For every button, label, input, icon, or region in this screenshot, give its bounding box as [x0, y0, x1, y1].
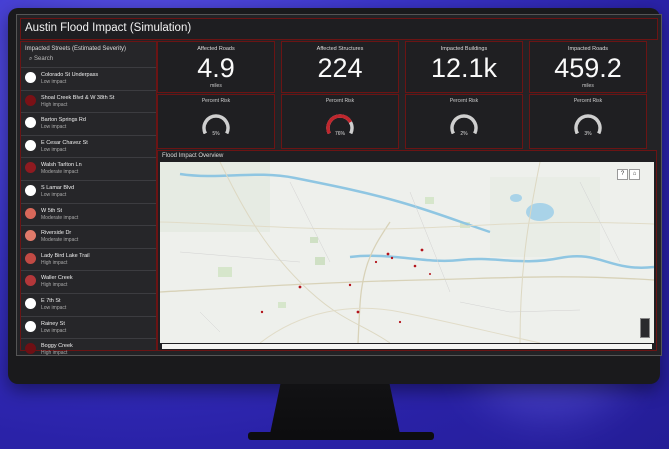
- dashboard-header: Austin Flood Impact (Simulation): [20, 18, 658, 40]
- list-header: Impacted Streets (Estimated Severity): [25, 46, 127, 52]
- stat-label: Affected Roads: [197, 46, 235, 52]
- street-impact: Moderate impact: [41, 214, 79, 221]
- search-placeholder: Search: [34, 56, 54, 62]
- list-item[interactable]: Colorado St Underpass Low impact: [21, 67, 156, 90]
- severity-dot: [25, 275, 36, 287]
- severity-dot: [25, 252, 36, 264]
- monitor-stand: [270, 384, 400, 434]
- street-name: Walsh Tarlton Ln: [41, 162, 82, 169]
- street-impact: Low impact: [41, 79, 67, 85]
- list-item[interactable]: S Lamar Blvd Low impact: [21, 179, 156, 203]
- severity-dot: [25, 297, 36, 309]
- stat-value: 459.2: [554, 53, 622, 83]
- list-item[interactable]: E 7th St Low impact: [21, 292, 156, 316]
- gauge-value: 76%: [334, 131, 345, 137]
- street-impact: Low impact: [41, 124, 67, 131]
- stat-value: 224: [317, 53, 363, 83]
- severity-dot: [25, 207, 36, 219]
- street-name: W 5th St: [41, 207, 63, 214]
- street-list: Colorado St Underpass Low impact Shoal Cre…: [21, 67, 156, 356]
- street-impact: Low impact: [41, 191, 67, 198]
- street-name: S Lamar Blvd: [41, 184, 75, 191]
- street-name: Riverside Dr: [41, 230, 72, 237]
- street-name: E 7th St: [41, 297, 61, 304]
- severity-dot: [25, 139, 36, 151]
- list-item[interactable]: W 5th St Moderate impact: [21, 202, 156, 226]
- gauge-value: 3%: [584, 131, 592, 137]
- street-name: E Cesar Chavez St: [41, 139, 88, 146]
- stat-value: 12.1k: [430, 53, 498, 83]
- stat-card: Impacted Buildings 12.1k: [405, 41, 523, 93]
- gauge-value: 2%: [460, 131, 468, 137]
- severity-dot: [25, 343, 36, 355]
- list-item[interactable]: E Cesar Chavez St Low impact: [21, 134, 156, 158]
- street-impact: Moderate impact: [41, 237, 79, 244]
- street-impact: Low impact: [41, 327, 67, 334]
- map-help-button[interactable]: ?: [617, 169, 628, 180]
- gauge-value: 5%: [212, 131, 220, 137]
- severity-dot: [25, 117, 36, 129]
- flood-map[interactable]: [160, 162, 654, 343]
- stat-value: 4.9: [197, 53, 235, 83]
- list-item[interactable]: Riverside Dr Moderate impact: [21, 225, 156, 248]
- street-impact: Low impact: [41, 304, 67, 311]
- gauge-card: Percent Risk 76%: [281, 94, 399, 149]
- stat-label: Impacted Roads: [567, 46, 609, 52]
- street-impact: High impact: [41, 101, 68, 108]
- street-name: Waller Creek: [41, 275, 73, 282]
- list-item[interactable]: Walsh Tarlton Ln Moderate impact: [21, 157, 156, 180]
- street-impact: High impact: [41, 259, 68, 266]
- stat-label: Affected Structures: [316, 46, 364, 52]
- map-zoom-control[interactable]: [640, 318, 650, 338]
- dashboard-title: Austin Flood Impact (Simulation): [25, 22, 192, 34]
- street-name: Boggy Creek: [41, 343, 73, 350]
- severity-dot: [25, 94, 36, 106]
- gauge-card: Percent Risk 2%: [405, 94, 523, 149]
- severity-dot: [25, 162, 36, 174]
- stat-card: Affected Roads 4.9 miles: [157, 41, 275, 93]
- street-name: Colorado St Underpass: [41, 72, 99, 78]
- gauge-label: Percent Risk: [449, 98, 479, 104]
- severity-dot: [25, 184, 36, 196]
- severity-dot: [25, 320, 36, 332]
- gauge-card: Percent Risk 5%: [157, 94, 275, 149]
- list-item[interactable]: Barton Springs Rd Low impact: [21, 112, 156, 135]
- gauge-label: Percent Risk: [325, 98, 355, 104]
- impacted-streets-list[interactable]: Impacted Streets (Estimated Severity) ⌕ …: [20, 41, 157, 355]
- street-name: Barton Springs Rd: [41, 117, 86, 124]
- stat-unit: miles: [210, 83, 222, 89]
- stat-card: Affected Structures 224: [281, 41, 399, 93]
- street-impact: High impact: [41, 350, 68, 356]
- list-item[interactable]: Lady Bird Lake Trail High impact: [21, 247, 156, 271]
- list-item[interactable]: Shoal Creek Blvd & W 38th St High impact: [21, 89, 156, 113]
- street-name: Shoal Creek Blvd & W 38th St: [41, 94, 115, 101]
- stat-label: Impacted Buildings: [440, 46, 488, 52]
- map-title: Flood Impact Overview: [162, 153, 224, 159]
- monitor-base: [248, 432, 434, 440]
- gauge-label: Percent Risk: [573, 98, 603, 104]
- list-item[interactable]: Boggy Creek High impact: [21, 338, 156, 356]
- severity-dot: [25, 230, 36, 242]
- map-home-button[interactable]: ⌂: [629, 169, 640, 180]
- street-impact: Moderate impact: [41, 169, 79, 176]
- list-item[interactable]: Rainey St Low impact: [21, 315, 156, 339]
- gauge-card: Percent Risk 3%: [529, 94, 647, 149]
- stat-unit: miles: [582, 83, 594, 89]
- stat-card: Impacted Roads 459.2 miles: [529, 41, 647, 93]
- severity-dot: [25, 72, 36, 83]
- map-attribution: [162, 344, 652, 349]
- street-impact: Low impact: [41, 146, 67, 153]
- gauge-label: Percent Risk: [201, 98, 231, 104]
- list-search[interactable]: ⌕ Search: [21, 54, 156, 67]
- flood-map-panel: Flood Impact Overview ? ⌂: [157, 150, 657, 351]
- street-name: Lady Bird Lake Trail: [41, 252, 90, 259]
- list-item[interactable]: Waller Creek High impact: [21, 270, 156, 293]
- street-name: Rainey St: [41, 320, 65, 327]
- street-impact: High impact: [41, 282, 68, 289]
- search-icon[interactable]: ⌕: [29, 56, 32, 62]
- dashboard-screen: Austin Flood Impact (Simulation) Impacte…: [16, 14, 662, 356]
